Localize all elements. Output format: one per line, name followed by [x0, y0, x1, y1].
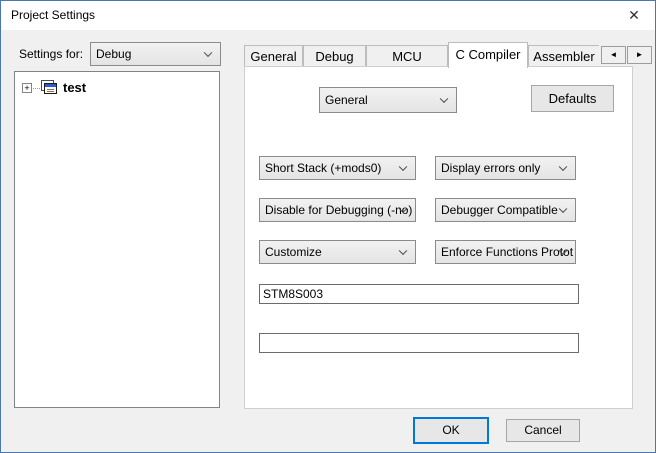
tab-mcu-selection[interactable]: MCU Selection	[366, 45, 448, 67]
tab-assembler[interactable]: Assembler	[528, 45, 599, 67]
title-bar: Project Settings ✕	[1, 1, 655, 30]
c-language-value: Enforce Functions Protot	[441, 245, 573, 259]
tab-scroll-right-button[interactable]: ►	[627, 46, 652, 64]
chevron-down-icon	[204, 49, 212, 57]
chevron-down-icon	[399, 247, 407, 255]
preprocessor-definitions-input[interactable]	[259, 284, 579, 304]
project-icon	[41, 80, 59, 95]
tab-debug[interactable]: Debug	[303, 45, 366, 67]
optimizations-value: Disable for Debugging (-no)	[265, 203, 412, 217]
chevron-down-icon	[559, 205, 567, 213]
window-title: Project Settings	[11, 1, 95, 30]
chevron-down-icon	[440, 95, 448, 103]
chevron-down-icon	[559, 163, 567, 171]
close-button[interactable]: ✕	[613, 1, 655, 30]
tab-scroll-left-button[interactable]: ◄	[601, 46, 626, 64]
category-select[interactable]: General	[319, 87, 457, 113]
arrow-right-icon: ►	[636, 50, 644, 59]
listings-value: Customize	[265, 245, 322, 259]
settings-for-select[interactable]: Debug	[90, 42, 221, 66]
tab-general[interactable]: General	[244, 45, 303, 67]
c-language-select[interactable]: Enforce Functions Protot	[435, 240, 576, 264]
memory-models-value: Short Stack (+mods0)	[265, 161, 381, 175]
listings-select[interactable]: Customize	[259, 240, 416, 264]
user-defined-options-input[interactable]	[259, 333, 579, 353]
c-compiler-tab-panel	[244, 66, 633, 409]
optimizations-select[interactable]: Disable for Debugging (-no)	[259, 198, 416, 222]
arrow-left-icon: ◄	[610, 50, 618, 59]
close-icon: ✕	[628, 7, 640, 24]
cancel-button[interactable]: Cancel	[506, 419, 580, 442]
project-settings-dialog: Project Settings ✕ Settings for: Debug +…	[0, 0, 656, 453]
ok-button[interactable]: OK	[413, 417, 489, 444]
tree-node-test[interactable]: + test	[21, 80, 211, 98]
settings-for-label: Settings for:	[19, 47, 83, 61]
tab-c-compiler[interactable]: C Compiler	[448, 42, 528, 68]
memory-models-select[interactable]: Short Stack (+mods0)	[259, 156, 416, 180]
settings-for-value: Debug	[96, 47, 131, 61]
debug-info-select[interactable]: Debugger Compatible	[435, 198, 576, 222]
expand-plus-icon[interactable]: +	[22, 83, 32, 93]
tree-node-label: test	[63, 80, 86, 95]
chevron-down-icon	[399, 163, 407, 171]
tree-connector	[33, 88, 40, 89]
debug-info-value: Debugger Compatible	[441, 203, 558, 217]
compiler-messages-value: Display errors only	[441, 161, 540, 175]
defaults-button[interactable]: Defaults	[531, 85, 614, 112]
compiler-messages-select[interactable]: Display errors only	[435, 156, 576, 180]
category-value: General	[325, 93, 368, 107]
project-tree: + test	[14, 71, 220, 408]
